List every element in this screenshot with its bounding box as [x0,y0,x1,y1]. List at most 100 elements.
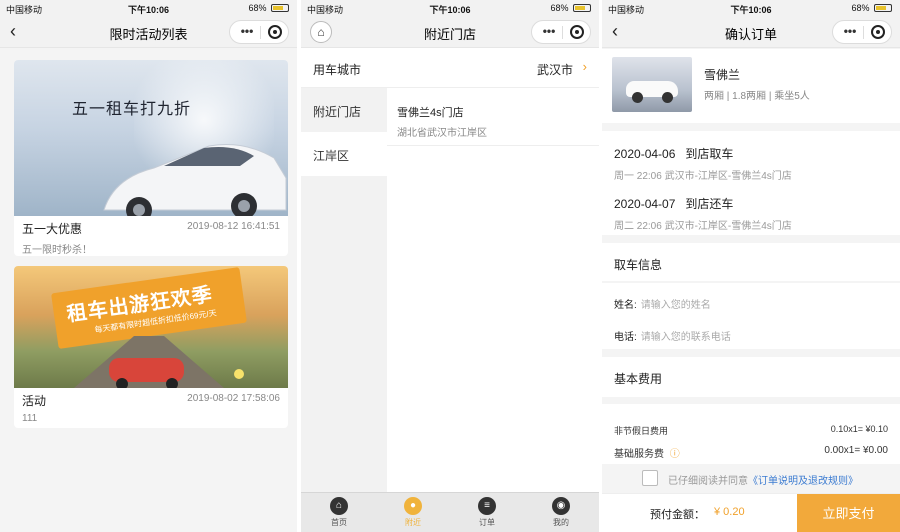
car-image [612,57,692,112]
home-icon: ⌂ [330,497,348,515]
tab-label: 附近 [405,518,421,527]
agree-text: 已仔细阅读并同意 [668,476,748,487]
user-icon: ◉ [552,497,570,515]
confirm-order-screen: 中国移动 下午10:06 68% ‹ 确认订单 ••• 雪佛兰 两厢 | 1.8… [602,0,900,532]
pickup-info-header: 取车信息 [602,243,900,281]
tab-profile[interactable]: ◉ 我的 [541,497,581,528]
district-sidebar: 附近门店 江岸区 [301,88,387,492]
activity-banner-image: 五一租车打九折 [14,60,288,216]
store-name: 雪佛兰4s门店 [397,107,464,119]
name-label: 姓名: [614,300,637,311]
more-icon[interactable]: ••• [839,24,861,38]
pickup-info-form: 姓名: 请输入您的姓名 电话: 请输入您的联系电话 [602,283,900,349]
fee-label: 非节假日费用 [614,426,669,436]
road-trip-illustration [74,336,244,388]
card-meta: 活动 2019-08-02 17:58:06 111 [14,388,288,428]
fee-header: 基本费用 [602,357,900,397]
nav-bar: ‹ 确认订单 ••• [602,16,900,48]
help-icon[interactable]: ⓘ [670,449,680,460]
name-field[interactable]: 姓名: 请输入您的姓名 [614,296,711,311]
fee-value: 0.10x1= ¥0.10 [830,424,888,434]
return-date: 2020-04-07 [614,197,676,211]
agreement-text: 已仔细阅读并同意《订单说明及退改规则》 [668,472,858,487]
agree-checkbox[interactable] [642,470,658,486]
total-label: 预付金额： [650,509,705,521]
tab-orders[interactable]: ≡ 订单 [467,497,507,528]
store-list-item[interactable]: 雪佛兰4s门店 湖北省武汉市江岸区 [397,104,487,139]
capsule-divider [863,26,864,39]
tab-label: 订单 [479,518,495,527]
status-bar: 中国移动 下午10:06 68% [602,0,900,16]
return-action: 到店还车 [685,197,734,211]
card-desc: 111 [22,413,38,424]
city-selector[interactable]: 用车城市 武汉市 › [301,49,599,88]
chevron-right-icon: › [582,59,587,74]
fee-list: 非节假日费用 0.10x1= ¥0.10 基础服务费 ⓘ 0.00x1= ¥0.… [602,404,900,464]
close-mini-program-icon[interactable] [871,25,885,39]
agreement-row: 已仔细阅读并同意《订单说明及退改规则》 [602,465,900,491]
return-row: 2020-04-07 到店还车 周二 22:06 武汉市-江岸区-雪佛兰4s门店 [614,195,888,232]
tab-label: 首页 [331,518,347,527]
rules-link[interactable]: 《订单说明及退改规则》 [748,476,858,487]
mini-program-capsule: ••• [531,20,591,44]
card-meta: 五一大优惠 2019-08-12 16:41:51 五一限时秒杀！ [14,216,288,256]
card-date: 2019-08-12 16:41:51 [187,221,280,232]
battery-icon [573,4,591,12]
fee-title: 基本费用 [614,372,663,386]
tab-nearby[interactable]: ● 附近 [393,497,433,528]
pickup-detail: 周一 22:06 武汉市-江岸区-雪佛兰4s门店 [614,171,792,182]
mini-program-capsule: ••• [832,20,892,44]
sidebar-item-nearby[interactable]: 附近门店 [301,88,387,132]
city-value: 武汉市 [536,63,573,77]
pickup-row: 2020-04-06 到店取车 周一 22:06 武汉市-江岸区-雪佛兰4s门店 [614,145,888,182]
car-wheel [632,92,643,103]
phone-label: 电话: [614,332,637,343]
pickup-info-title: 取车信息 [614,258,663,272]
status-bar: 中国移动 下午10:06 68% [301,0,599,16]
car-spec: 两厢 | 1.8两厢 | 乘坐5人 [704,91,810,102]
activity-banner-image: 租车出游狂欢季 每天都有限时超低折扣低价69元/天 [14,266,288,388]
pickup-date: 2020-04-06 [614,147,676,161]
battery-icon [874,4,892,12]
car-summary: 雪佛兰 两厢 | 1.8两厢 | 乘坐5人 [602,49,900,123]
total-amount: ¥ 0.20 [714,506,745,518]
fee-value: 0.00x1= ¥0.00 [824,445,888,456]
close-mini-program-icon[interactable] [268,25,282,39]
status-right: 68% [248,3,289,13]
car-name: 雪佛兰 [704,68,741,82]
status-bar: 中国移动 下午10:06 68% [0,0,297,16]
more-icon[interactable]: ••• [538,24,560,38]
car-wheel [662,92,673,103]
battery-percent: 68% [851,3,870,13]
payment-bar: 预付金额： ¥ 0.20 立即支付 [602,493,900,532]
pay-now-button[interactable]: 立即支付 [797,494,900,532]
name-input[interactable]: 请输入您的姓名 [641,300,711,311]
tab-home[interactable]: ⌂ 首页 [319,497,359,528]
status-right: 68% [851,3,892,13]
more-icon[interactable]: ••• [236,24,258,38]
battery-icon [271,4,289,12]
activity-card[interactable]: 租车出游狂欢季 每天都有限时超低折扣低价69元/天 活动 2019-08-02 … [14,266,288,428]
phone-input[interactable]: 请输入您的联系电话 [641,332,731,343]
battery-percent: 68% [248,3,267,13]
activity-card[interactable]: 五一租车打九折 五一大优惠 2019-08-12 16:41:51 五一限时秒杀… [14,60,288,256]
store-address: 湖北省武汉市江岸区 [397,128,487,139]
fee-label: 基础服务费 [614,449,664,460]
sidebar-item-jiangan[interactable]: 江岸区 [301,132,387,176]
fee-row: 基础服务费 ⓘ 0.00x1= ¥0.00 [614,445,888,460]
card-date: 2019-08-02 17:58:06 [187,393,280,404]
nearby-stores-screen: 中国移动 下午10:06 68% ⌂ 附近门店 ••• 用车城市 武汉市 › 附… [301,0,599,532]
tab-bar: ⌂ 首页 ● 附近 ≡ 订单 ◉ 我的 [301,492,599,532]
divider [387,145,599,146]
trip-details: 2020-04-06 到店取车 周一 22:06 武汉市-江岸区-雪佛兰4s门店 … [602,131,900,235]
capsule-divider [260,26,261,39]
pickup-action: 到店取车 [685,147,734,161]
city-label: 用车城市 [313,63,362,77]
fee-row: 非节假日费用 0.10x1= ¥0.10 [614,424,888,437]
mini-program-capsule: ••• [229,20,289,44]
capsule-divider [562,26,563,39]
phone-field[interactable]: 电话: 请输入您的联系电话 [614,328,731,343]
activity-list-screen: 中国移动 下午10:06 68% ‹ 限时活动列表 ••• 五一租车打九折 五一… [0,0,297,532]
status-right: 68% [550,3,591,13]
close-mini-program-icon[interactable] [570,25,584,39]
